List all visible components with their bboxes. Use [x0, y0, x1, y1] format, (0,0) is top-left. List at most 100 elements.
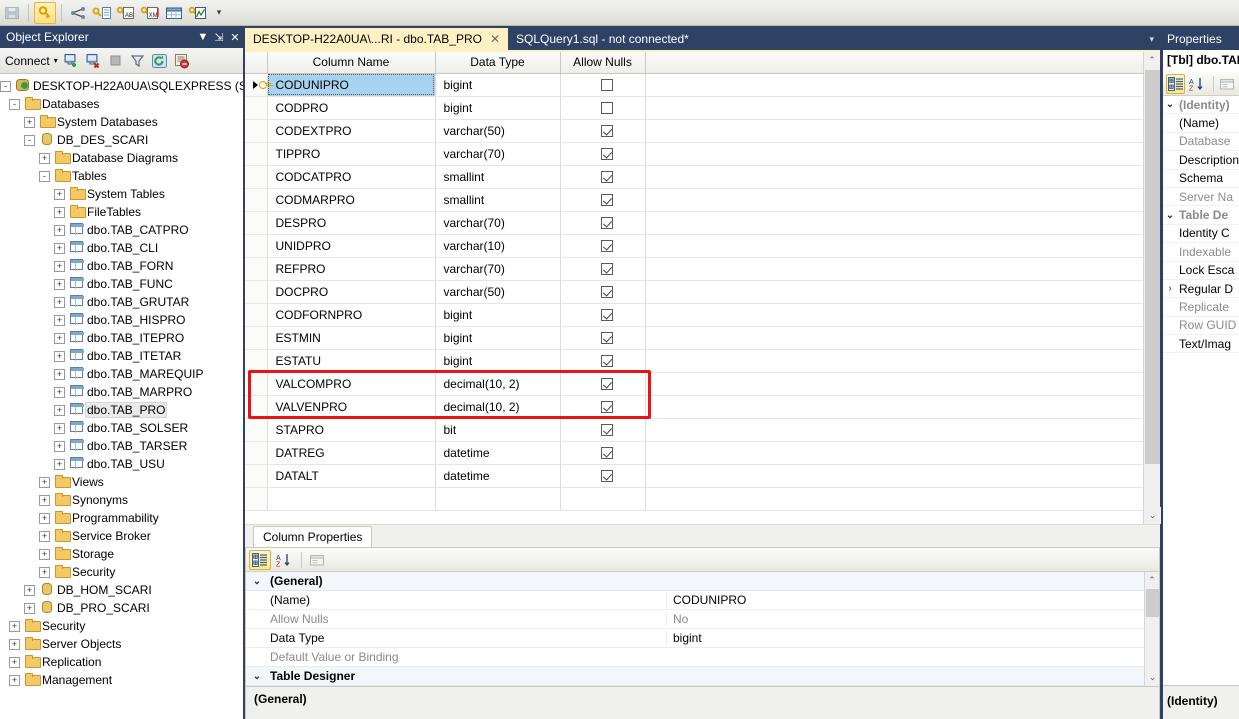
allow-nulls-checkbox[interactable]: [600, 424, 613, 437]
cell-allow-nulls[interactable]: [560, 280, 646, 304]
property-pages-icon[interactable]: [306, 550, 328, 570]
cell-allow-nulls[interactable]: [560, 441, 646, 465]
cell-column-name[interactable]: ESTATU: [267, 349, 436, 373]
allow-nulls-checkbox[interactable]: [600, 125, 613, 138]
chevron-down-icon[interactable]: ⌄: [246, 576, 268, 587]
expander-icon[interactable]: +: [54, 314, 65, 326]
tab-table-designer[interactable]: DESKTOP-H22A0UA\...RI - dbo.TAB_PRO ✕: [245, 28, 509, 50]
allow-nulls-checkbox[interactable]: [600, 286, 613, 299]
property-row[interactable]: Server Na: [1163, 188, 1239, 207]
table-row[interactable]: CODPRO bigint: [245, 96, 1143, 120]
row-header[interactable]: [245, 165, 268, 189]
connect-button[interactable]: Connect ▾: [2, 54, 61, 68]
properties-grid[interactable]: ⌄ (Identity) (Name) Database Description Sche…: [1163, 96, 1239, 354]
header-data-type[interactable]: Data Type: [435, 52, 561, 74]
table-row[interactable]: CODEXTPRO varchar(50): [245, 119, 1143, 143]
cell-column-name[interactable]: CODPRO: [267, 96, 436, 120]
tree-node[interactable]: + Management: [0, 671, 243, 689]
allow-nulls-checkbox[interactable]: [600, 171, 613, 184]
manage-spatial-indexes-icon[interactable]: [187, 2, 209, 24]
tree-node[interactable]: + Security: [0, 617, 243, 635]
expander-icon[interactable]: +: [24, 584, 35, 596]
close-icon[interactable]: ✕: [227, 31, 243, 44]
cell-column-name[interactable]: UNIDPRO: [267, 234, 436, 258]
expander-icon[interactable]: -: [0, 80, 11, 92]
property-pages-icon[interactable]: [1218, 74, 1237, 94]
cell-allow-nulls[interactable]: [560, 349, 646, 373]
row-header[interactable]: [245, 96, 268, 120]
property-row[interactable]: Lock Esca: [1163, 262, 1239, 280]
cell-column-name[interactable]: DESPRO: [267, 211, 436, 235]
tree-node[interactable]: + dbo.TAB_CLI: [0, 239, 243, 257]
cell-data-type[interactable]: varchar(70): [435, 257, 561, 281]
table-row[interactable]: ESTATU bigint: [245, 349, 1143, 373]
expander-icon[interactable]: +: [9, 638, 20, 650]
table-row[interactable]: DOCPRO varchar(50): [245, 280, 1143, 304]
cell-data-type[interactable]: bit: [435, 418, 561, 442]
property-row[interactable]: Replicate: [1163, 298, 1239, 317]
table-row[interactable]: STAPRO bit: [245, 418, 1143, 442]
cell-data-type[interactable]: [435, 487, 561, 511]
cell-allow-nulls[interactable]: [560, 165, 646, 189]
tree-node[interactable]: + Server Objects: [0, 635, 243, 653]
cell-data-type[interactable]: bigint: [435, 326, 561, 350]
allow-nulls-checkbox[interactable]: [600, 332, 613, 345]
expander-icon[interactable]: -: [39, 170, 50, 182]
allow-nulls-checkbox[interactable]: [600, 401, 613, 414]
close-icon[interactable]: ✕: [490, 32, 500, 46]
property-row[interactable]: Row GUID: [1163, 317, 1239, 336]
cell-column-name[interactable]: CODEXTPRO: [267, 119, 436, 143]
tree-node[interactable]: + Synonyms: [0, 491, 243, 509]
cell-allow-nulls[interactable]: [560, 326, 646, 350]
cell-allow-nulls[interactable]: [560, 234, 646, 258]
row-header[interactable]: [245, 441, 268, 465]
chevron-icon[interactable]: ›: [1163, 283, 1177, 294]
table-row[interactable]: REFPRO varchar(70): [245, 257, 1143, 281]
expander-icon[interactable]: +: [54, 368, 65, 380]
row-header[interactable]: [245, 326, 268, 350]
expander-icon[interactable]: +: [9, 656, 20, 668]
property-row[interactable]: › Regular D: [1163, 280, 1239, 299]
expander-icon[interactable]: -: [9, 98, 20, 110]
cell-allow-nulls[interactable]: [560, 188, 646, 212]
scrollbar-thumb[interactable]: [1146, 589, 1159, 617]
table-row[interactable]: DATREG datetime: [245, 441, 1143, 465]
tree-node[interactable]: + dbo.TAB_HISPRO: [0, 311, 243, 329]
expander-icon[interactable]: +: [54, 206, 65, 218]
cell-data-type[interactable]: decimal(10, 2): [435, 395, 561, 419]
expander-icon[interactable]: +: [9, 674, 20, 686]
expander-icon[interactable]: +: [24, 602, 35, 614]
cell-column-name[interactable]: DOCPRO: [267, 280, 436, 304]
property-row[interactable]: Description: [1163, 151, 1239, 170]
cell-allow-nulls[interactable]: [560, 487, 646, 511]
cell-column-name[interactable]: TIPPRO: [267, 142, 436, 166]
tree-node[interactable]: - Tables: [0, 167, 243, 185]
property-row[interactable]: Identity C: [1163, 225, 1239, 244]
row-header[interactable]: [245, 257, 268, 281]
cell-column-name[interactable]: CODUNIPRO: [267, 73, 436, 97]
allow-nulls-checkbox[interactable]: [600, 148, 613, 161]
row-header[interactable]: [245, 487, 268, 511]
cell-allow-nulls[interactable]: [560, 257, 646, 281]
cell-allow-nulls[interactable]: [560, 211, 646, 235]
alphabetical-sort-icon[interactable]: AZ: [273, 550, 295, 570]
tree-node[interactable]: + dbo.TAB_ITETAR: [0, 347, 243, 365]
scroll-up-icon[interactable]: ⌃: [1145, 572, 1159, 589]
designer-vertical-scrollbar[interactable]: ⌃ ⌄: [1143, 52, 1161, 524]
refresh-icon[interactable]: [150, 51, 170, 71]
scroll-down-icon[interactable]: ⌄: [1144, 507, 1161, 524]
row-header[interactable]: [245, 119, 268, 143]
chevron-icon[interactable]: ⌄: [1163, 210, 1177, 221]
save-icon[interactable]: [1, 2, 23, 24]
table-row[interactable]: ESTMIN bigint: [245, 326, 1143, 350]
tree-node[interactable]: + dbo.TAB_SOLSER: [0, 419, 243, 437]
allow-nulls-checkbox[interactable]: [600, 378, 613, 391]
tree-node[interactable]: + System Databases: [0, 113, 243, 131]
tree-node[interactable]: + dbo.TAB_PRO: [0, 401, 243, 419]
expander-icon[interactable]: +: [54, 440, 65, 452]
expander-icon[interactable]: +: [39, 530, 50, 542]
cell-allow-nulls[interactable]: [560, 464, 646, 488]
pin-icon[interactable]: ⇲: [211, 31, 227, 44]
row-header[interactable]: [245, 418, 268, 442]
chevron-down-icon[interactable]: ▾: [1149, 34, 1154, 45]
